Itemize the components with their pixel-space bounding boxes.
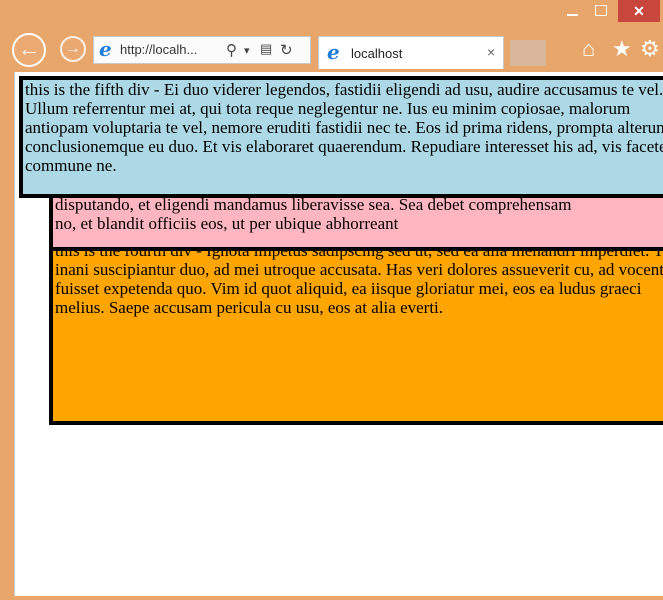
compatibility-icon[interactable]: ▤: [260, 41, 272, 57]
favorites-star-icon[interactable]: ★: [612, 37, 632, 61]
browser-titlebar: ✕ ← → e http://localh... ⚲ ▾ ▤ ↻ e local…: [0, 0, 663, 72]
page-viewport: this is the fifth div - Ei duo viderer l…: [14, 72, 663, 596]
search-icon[interactable]: ⚲: [226, 41, 237, 59]
ie-tab-icon: e: [327, 40, 340, 64]
new-tab-button[interactable]: [510, 40, 546, 66]
home-icon[interactable]: ⌂: [582, 37, 595, 61]
fifth-div: this is the fifth div - Ei duo viderer l…: [19, 76, 663, 198]
minimize-icon: [566, 14, 578, 17]
fourth-div-text: this is the fourth div - Ignota impetus …: [55, 241, 663, 317]
address-text: http://localh...: [120, 42, 198, 57]
fourth-div: this is the fourth div - Ignota impetus …: [49, 234, 663, 425]
arrow-left-icon: ←: [18, 36, 40, 61]
tab-close-icon[interactable]: ×: [487, 44, 495, 60]
dropdown-icon[interactable]: ▾: [244, 44, 250, 57]
maximize-icon: [595, 5, 607, 17]
tab-localhost[interactable]: e localhost ×: [318, 36, 504, 69]
arrow-right-icon: →: [65, 40, 81, 57]
address-bar[interactable]: e http://localh... ⚲ ▾ ▤ ↻: [93, 36, 311, 64]
maximize-button[interactable]: [587, 0, 615, 22]
forward-button[interactable]: →: [60, 36, 86, 62]
tab-label: localhost: [351, 46, 403, 61]
refresh-icon[interactable]: ↻: [280, 41, 293, 59]
fifth-div-text: this is the fifth div - Ei duo viderer l…: [25, 80, 663, 175]
close-icon: ✕: [633, 3, 645, 19]
ie-logo-icon: e: [99, 37, 112, 61]
close-window-button[interactable]: ✕: [618, 0, 660, 22]
third-div-line-2: no, et blandit officiis eos, ut per ubiq…: [55, 214, 399, 233]
back-button[interactable]: ←: [12, 33, 46, 67]
settings-gear-icon[interactable]: ⚙: [640, 37, 660, 61]
minimize-button[interactable]: [557, 0, 587, 22]
